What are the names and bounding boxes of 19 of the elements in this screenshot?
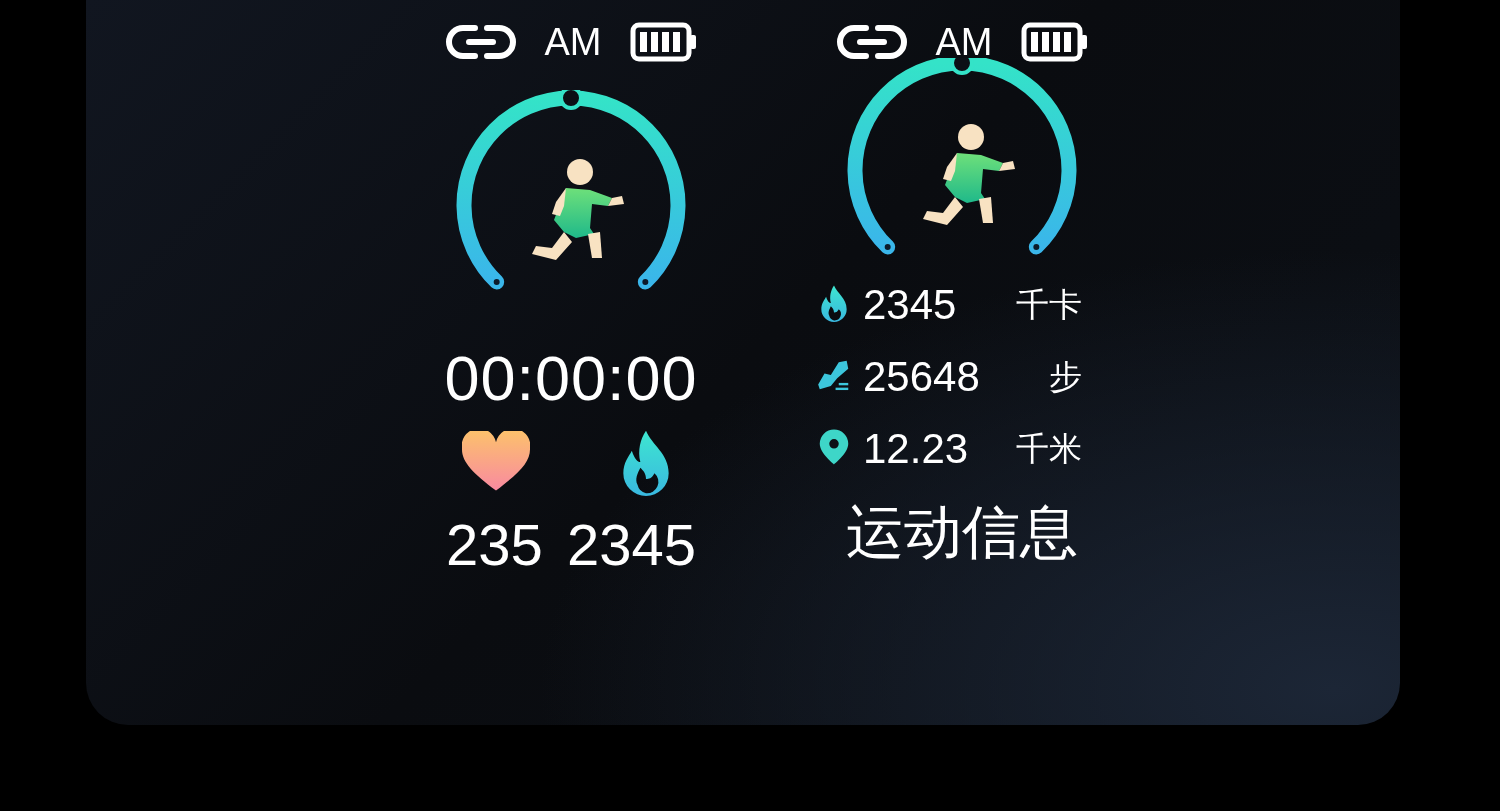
screen-title: 运动信息 xyxy=(846,499,1078,565)
link-icon xyxy=(444,23,517,61)
metric-value: 2345 xyxy=(566,512,696,578)
stat-unit: 步 xyxy=(1049,356,1082,397)
stat-unit: 千卡 xyxy=(1016,284,1082,325)
link-icon xyxy=(835,23,908,61)
runner-icon xyxy=(532,159,624,260)
battery-icon xyxy=(1020,22,1089,62)
runner-icon xyxy=(923,124,1015,225)
time-period-label: AM xyxy=(544,20,602,64)
stat-value: 25648 xyxy=(863,353,981,401)
stat-unit: 千米 xyxy=(1016,428,1082,469)
stat-value: 2345 xyxy=(863,281,958,329)
time-period-label: AM xyxy=(935,20,993,64)
metric-value: 235 xyxy=(446,512,543,578)
stat-value: 12.23 xyxy=(863,425,970,473)
battery-icon xyxy=(629,22,698,62)
workout-timer: 00:00:00 xyxy=(444,343,698,413)
heart-icon xyxy=(462,431,530,493)
